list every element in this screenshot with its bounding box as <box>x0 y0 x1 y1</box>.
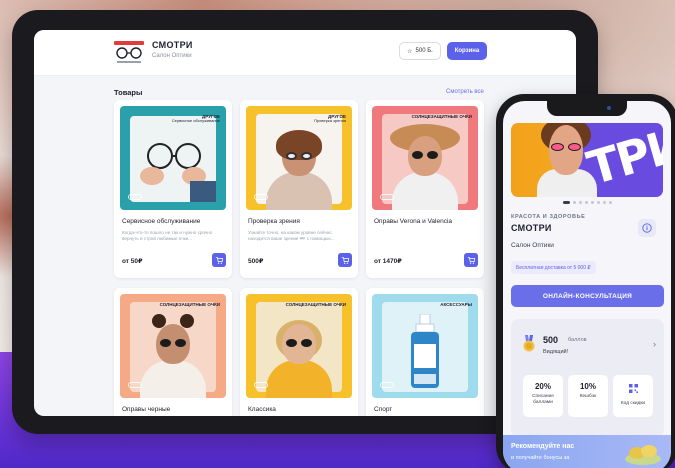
brand-name: СМОТРИ <box>152 40 193 50</box>
brand-watermark-icon <box>380 194 394 200</box>
carousel-dots[interactable] <box>503 201 671 204</box>
model-photo <box>392 136 458 210</box>
discount-code-button[interactable]: Код скидки <box>613 375 653 417</box>
info-icon <box>642 223 652 233</box>
shop-category: КРАСОТА И ЗДОРОВЬЕ <box>511 214 586 220</box>
referral-subtitle: и получайте бонусы за <box>511 455 570 461</box>
referral-banner[interactable]: Рекомендуйте нас и получайте бонусы за <box>503 435 671 468</box>
coins-icon <box>625 445 661 465</box>
product-price: 500₽ <box>248 258 264 265</box>
phone-screen: ТРИ КРАСОТА И ЗДОРОВЬЕ СМОТРИ Салон Опти… <box>503 101 671 468</box>
delivery-badge: Бесплатная доставка от 5 000 ₽ <box>511 261 596 274</box>
promo-banner[interactable]: ТРИ <box>511 123 663 197</box>
star-icon: ☆ <box>407 48 413 55</box>
brand-watermark-icon <box>380 382 394 388</box>
stat-value: 20% <box>534 382 551 391</box>
stat-label: Кешбэк <box>579 394 597 399</box>
product-image: АКСЕССУАРЫ <box>372 294 478 398</box>
add-to-cart-button[interactable] <box>338 253 352 267</box>
referral-title: Рекомендуйте нас <box>511 443 575 450</box>
stat-label: Код скидки <box>620 401 646 406</box>
brand-logo-icon <box>114 41 144 63</box>
phone-device: ТРИ КРАСОТА И ЗДОРОВЬЕ СМОТРИ Салон Опти… <box>496 94 675 468</box>
section-title: Товары <box>114 88 143 97</box>
product-price: от 1470₽ <box>374 258 402 265</box>
stat-value: 10% <box>579 382 596 391</box>
product-card[interactable]: ДРУГОЕ Сервисное обслуживание Сервисное … <box>114 100 232 278</box>
product-image: СОЛНЦЕЗАЩИТНЫЕ ОЧКИ <box>246 294 352 398</box>
stat-label: Списание баллами <box>532 394 554 405</box>
product-card[interactable]: СОЛНЦЕЗАЩИТНЫЕ ОЧКИ Оправы черные <box>114 288 232 416</box>
phone-notch <box>547 101 627 116</box>
brand-watermark-icon <box>128 194 142 200</box>
product-tag: ДРУГОЕ Сервисное обслуживание <box>171 114 220 124</box>
cart-button[interactable]: Корзина <box>447 42 487 60</box>
product-image: ДРУГОЕ Сервисное обслуживание <box>120 106 226 210</box>
product-card[interactable]: ДРУГОЕ Проверка зрения Проверка зрения У… <box>240 100 358 278</box>
product-name: Сервисное обслуживание <box>122 218 201 225</box>
product-tag: СОЛНЦЕЗАЩИТНЫЕ ОЧКИ <box>411 114 472 119</box>
product-image: СОЛНЦЕЗАЩИТНЫЕ ОЧКИ <box>372 106 478 210</box>
chevron-right-icon[interactable]: › <box>653 339 656 349</box>
points-button[interactable]: ☆ 500 Б. <box>399 42 441 60</box>
brand-watermark-icon <box>128 382 142 388</box>
product-tag: СОЛНЦЕЗАЩИТНЫЕ ОЧКИ <box>159 302 220 307</box>
product-image: СОЛНЦЕЗАЩИТНЫЕ ОЧКИ <box>120 294 226 398</box>
loyalty-card[interactable]: 500 баллов Видящий! › 20% Списание балла… <box>511 319 664 437</box>
brand-watermark-icon <box>254 194 268 200</box>
product-tag: СОЛНЦЕЗАЩИТНЫЕ ОЧКИ <box>285 302 346 307</box>
product-name: Оправы черные <box>122 406 171 413</box>
product-description: Когда-что-то пошло не так и нужно срочно… <box>122 230 213 242</box>
cart-icon <box>215 257 223 264</box>
product-price: от 50₽ <box>122 258 143 265</box>
shop-name: СМОТРИ <box>511 223 552 233</box>
product-card[interactable]: АКСЕССУАРЫ Спорт <box>366 288 484 416</box>
model-photo <box>140 314 206 398</box>
info-button[interactable] <box>638 219 656 237</box>
product-card[interactable]: СОЛНЦЕЗАЩИТНЫЕ ОЧКИ Оправы Verona и Vale… <box>366 100 484 278</box>
cart-icon <box>341 257 349 264</box>
stat-writeoff: 20% Списание баллами <box>523 375 563 417</box>
product-name: Проверка зрения <box>248 218 300 225</box>
see-all-link[interactable]: Смотреть все <box>446 89 484 95</box>
product-name: Классика <box>248 406 276 413</box>
tablet-screen: СМОТРИ Салон Оптики ☆ 500 Б. Корзина Тов… <box>34 30 576 416</box>
loyalty-level: Видящий! <box>543 349 569 355</box>
tablet-header: СМОТРИ Салон Оптики ☆ 500 Б. Корзина <box>34 30 576 76</box>
product-name: Спорт <box>374 406 393 413</box>
qr-code-icon <box>628 384 638 393</box>
product-tag: ДРУГОЕ Проверка зрения <box>314 114 346 124</box>
brand-subtitle: Салон Оптики <box>152 53 192 59</box>
brand-watermark-icon <box>254 382 268 388</box>
cart-icon <box>467 257 475 264</box>
product-image: ДРУГОЕ Проверка зрения <box>246 106 352 210</box>
online-consultation-button[interactable]: ОНЛАЙН-КОНСУЛЬТАЦИЯ <box>511 285 664 307</box>
model-photo <box>266 320 332 398</box>
points-value: 500 <box>543 335 559 345</box>
add-to-cart-button[interactable] <box>212 253 226 267</box>
medal-icon <box>523 335 535 352</box>
product-name: Оправы Verona и Valencia <box>374 218 453 225</box>
spray-bottle-image <box>411 314 439 388</box>
product-tag: АКСЕССУАРЫ <box>440 302 472 307</box>
points-unit: баллов <box>568 337 587 343</box>
shop-subtitle: Салон Оптики <box>511 242 554 249</box>
product-description: Узнайте точно, на каком уровне сейчас на… <box>248 230 335 242</box>
stat-cashback: 10% Кешбэк <box>568 375 608 417</box>
product-card[interactable]: СОЛНЦЕЗАЩИТНЫЕ ОЧКИ Классика <box>240 288 358 416</box>
add-to-cart-button[interactable] <box>464 253 478 267</box>
model-photo <box>266 130 332 210</box>
points-label: 500 Б. <box>415 48 433 54</box>
